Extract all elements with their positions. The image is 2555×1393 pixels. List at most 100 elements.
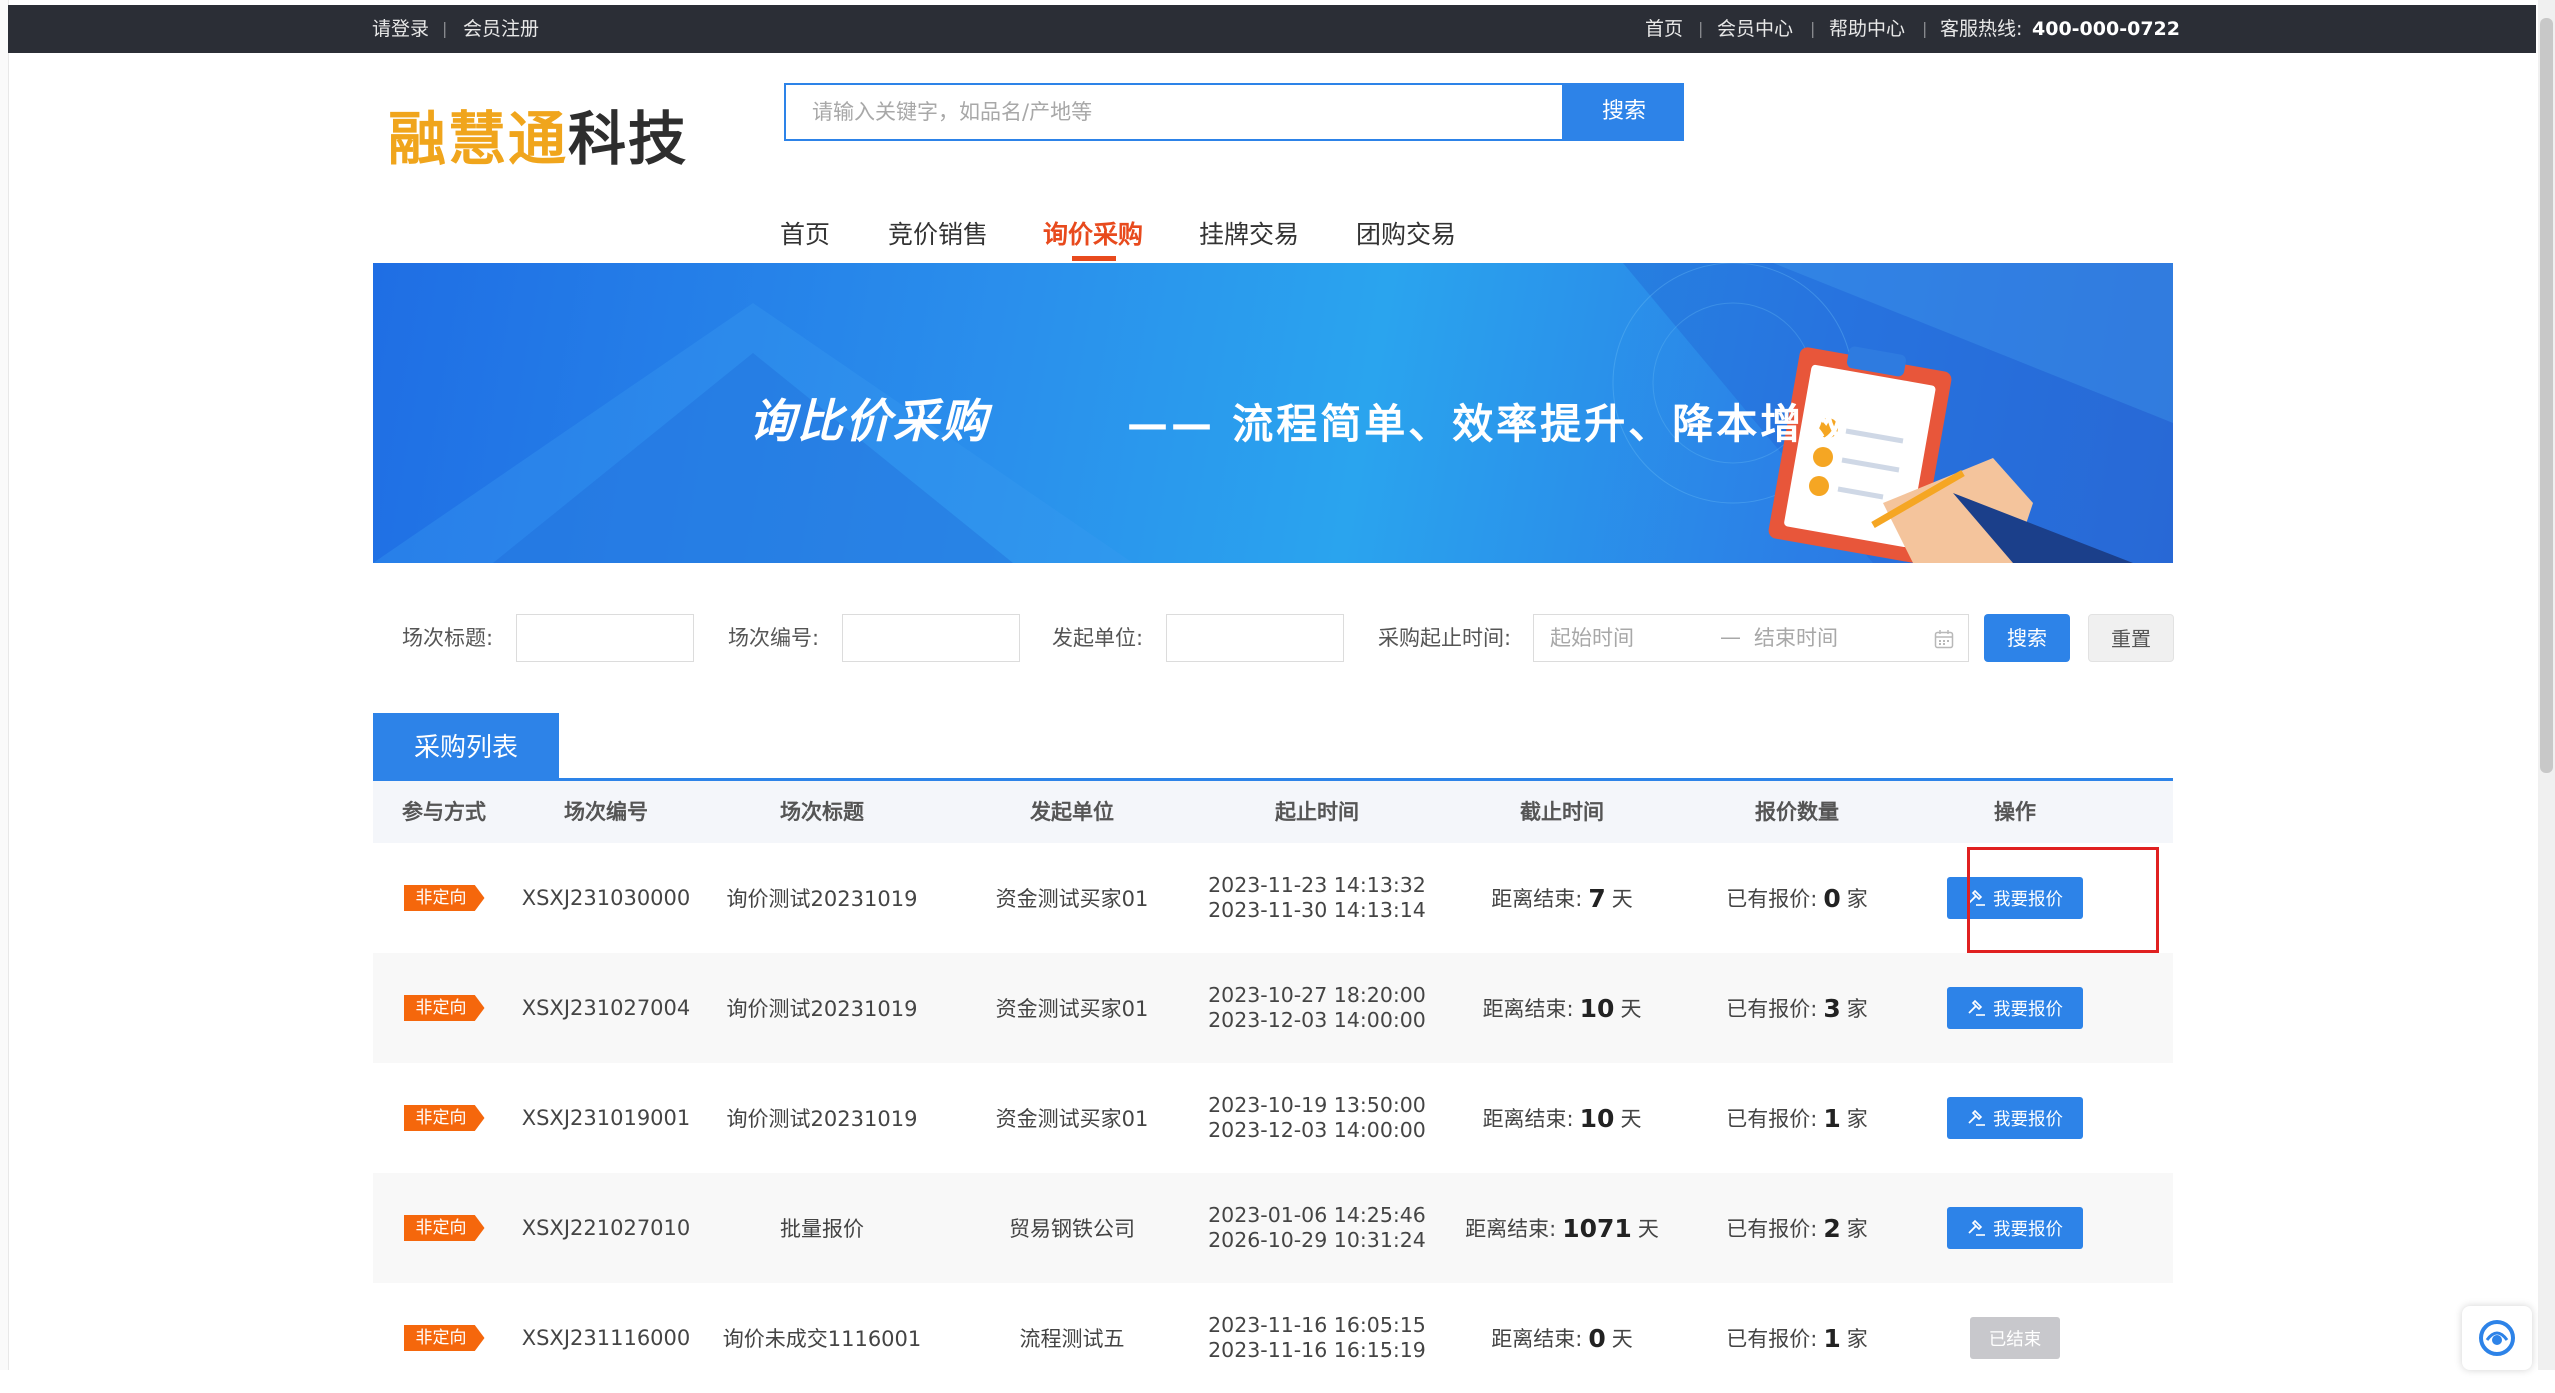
help-center-link[interactable]: 帮助中心	[1829, 5, 1905, 53]
search-button[interactable]: 搜索	[1564, 83, 1684, 141]
quote-button[interactable]: 我要报价	[1947, 877, 2083, 919]
code-cell: XSXJ221027010	[521, 1216, 691, 1240]
mode-tag: 非定向	[403, 1105, 485, 1131]
divider: |	[442, 19, 448, 38]
remaining-days: 10	[1579, 993, 1615, 1023]
calendar-icon[interactable]	[1934, 629, 1954, 649]
mode-tag: 非定向	[403, 1215, 485, 1241]
quote-label: 已有报价:	[1726, 1107, 1818, 1131]
start-time: 2023-11-16 16:05:15	[1208, 1313, 1426, 1337]
filter-reset-button[interactable]: 重置	[2088, 614, 2174, 662]
mode-cell: 非定向	[373, 1063, 515, 1173]
col-quote-count: 报价数量	[1755, 800, 1839, 824]
filter-org-input[interactable]	[1166, 614, 1344, 662]
filter-time-label: 采购起止时间:	[1378, 626, 1512, 650]
banner-title: 询比价采购	[749, 394, 989, 448]
quote-button-label: 我要报价	[1993, 1219, 2063, 1240]
remaining-label: 距离结束:	[1482, 997, 1574, 1021]
filter-code-label: 场次编号:	[728, 626, 820, 650]
time-range-cell: 2023-10-19 13:50:00 2023-12-03 14:00:00	[1197, 1063, 1437, 1173]
title-cell: 询价测试20231019	[726, 887, 918, 911]
remaining-unit: 天	[1611, 1327, 1633, 1351]
ended-button: 已结束	[1970, 1317, 2060, 1359]
end-time: 2023-12-03 14:00:00	[1208, 1118, 1426, 1142]
quote-button[interactable]: 我要报价	[1947, 987, 2083, 1029]
code-cell: XSXJ231027004	[521, 996, 691, 1020]
quote-count-cell: 已有报价: 2 家	[1687, 1173, 1907, 1283]
remaining-cell: 距离结束: 10 天	[1437, 953, 1687, 1063]
col-code: 场次编号	[564, 800, 648, 824]
quote-button[interactable]: 我要报价	[1947, 1097, 2083, 1139]
site-logo[interactable]: 融慧通 科技	[388, 96, 688, 173]
quote-label: 已有报价:	[1726, 1327, 1818, 1351]
start-date-placeholder[interactable]: 起始时间	[1550, 615, 1634, 661]
col-title: 场次标题	[780, 800, 864, 824]
time-range-cell: 2023-11-16 16:05:15 2023-11-16 16:15:19	[1197, 1283, 1437, 1393]
end-date-placeholder[interactable]: 结束时间	[1754, 615, 1838, 661]
date-range-picker[interactable]: 起始时间 — 结束时间	[1533, 614, 1969, 662]
quote-count-cell: 已有报价: 1 家	[1687, 1283, 1907, 1393]
quote-count: 2	[1823, 1213, 1841, 1243]
action-cell: 我要报价	[1907, 843, 2123, 953]
quote-count: 1	[1823, 1103, 1841, 1133]
remaining-days: 0	[1588, 1323, 1606, 1353]
nav-group-buy[interactable]: 团购交易	[1356, 212, 1456, 257]
tab-purchase-list[interactable]: 采购列表	[373, 713, 559, 779]
quote-unit: 家	[1846, 1327, 1868, 1351]
top-bar: 请登录 | 会员注册 首页 | 会员中心 | 帮助中心 | 客服热线: 400-…	[8, 5, 2536, 53]
scrollbar-thumb[interactable]	[2540, 18, 2553, 773]
remaining-cell: 距离结束: 10 天	[1437, 1063, 1687, 1173]
remaining-days: 7	[1588, 883, 1606, 913]
nav-auction-sale[interactable]: 竞价销售	[888, 212, 988, 257]
quote-button-label: 我要报价	[1993, 889, 2063, 910]
mode-tag: 非定向	[403, 995, 485, 1021]
org-cell: 资金测试买家01	[995, 1107, 1149, 1131]
login-link[interactable]: 请登录	[372, 5, 429, 53]
end-time: 2023-12-03 14:00:00	[1208, 1008, 1426, 1032]
col-org: 发起单位	[1030, 800, 1114, 824]
col-deadline: 截止时间	[1520, 800, 1604, 824]
mode-cell: 非定向	[373, 1173, 515, 1283]
nav-home[interactable]: 首页	[780, 212, 830, 257]
register-link[interactable]: 会员注册	[463, 5, 539, 53]
top-home-link[interactable]: 首页	[1645, 5, 1683, 53]
filter-code-input[interactable]	[842, 614, 1020, 662]
filter-org-label: 发起单位:	[1052, 626, 1144, 650]
code-cell: XSXJ231030000	[521, 886, 691, 910]
org-cell: 资金测试买家01	[995, 887, 1149, 911]
quote-count-cell: 已有报价: 1 家	[1687, 1063, 1907, 1173]
table-row: 非定向 XSXJ231019001 询价测试20231019 资金测试买家01 2023…	[373, 1063, 2173, 1173]
floating-support-widget[interactable]	[2462, 1306, 2532, 1370]
quote-button[interactable]: 我要报价	[1947, 1207, 2083, 1249]
support-icon	[2479, 1320, 2515, 1356]
title-cell: 询价未成交1116001	[722, 1327, 922, 1351]
filter-search-button[interactable]: 搜索	[1984, 614, 2070, 662]
mode-cell: 非定向	[373, 953, 515, 1063]
time-range-cell: 2023-11-23 14:13:32 2023-11-30 14:13:14	[1197, 843, 1437, 953]
filter-title-input[interactable]	[516, 614, 694, 662]
table-row: 非定向 XSXJ231030000 询价测试20231019 资金测试买家01 2023…	[373, 843, 2173, 953]
member-center-link[interactable]: 会员中心	[1717, 5, 1793, 53]
remaining-days: 10	[1579, 1103, 1615, 1133]
time-range-cell: 2023-10-27 18:20:00 2023-12-03 14:00:00	[1197, 953, 1437, 1063]
start-time: 2023-10-27 18:20:00	[1208, 983, 1426, 1007]
left-edge	[0, 0, 9, 1370]
date-range-separator: —	[1720, 625, 1741, 649]
search-input[interactable]	[786, 85, 1562, 139]
code-cell: XSXJ231019001	[521, 1106, 691, 1130]
divider: |	[1922, 19, 1928, 38]
quote-label: 已有报价:	[1726, 997, 1818, 1021]
remaining-label: 距离结束:	[1491, 887, 1583, 911]
gavel-icon	[1968, 1219, 1985, 1236]
nav-inquiry-purchase[interactable]: 询价采购	[1043, 212, 1143, 257]
quote-unit: 家	[1846, 997, 1868, 1021]
title-cell: 询价测试20231019	[726, 997, 918, 1021]
end-time: 2023-11-16 16:15:19	[1208, 1338, 1426, 1362]
table-header: 参与方式 场次编号 场次标题 发起单位 起止时间 截止时间 报价数量 操作	[373, 781, 2173, 843]
quote-count-cell: 已有报价: 3 家	[1687, 953, 1907, 1063]
code-cell: XSXJ231116000	[521, 1326, 691, 1350]
remaining-days: 1071	[1562, 1213, 1632, 1243]
action-cell: 我要报价	[1907, 953, 2123, 1063]
nav-listing-trade[interactable]: 挂牌交易	[1199, 212, 1299, 257]
col-action: 操作	[1994, 800, 2036, 824]
